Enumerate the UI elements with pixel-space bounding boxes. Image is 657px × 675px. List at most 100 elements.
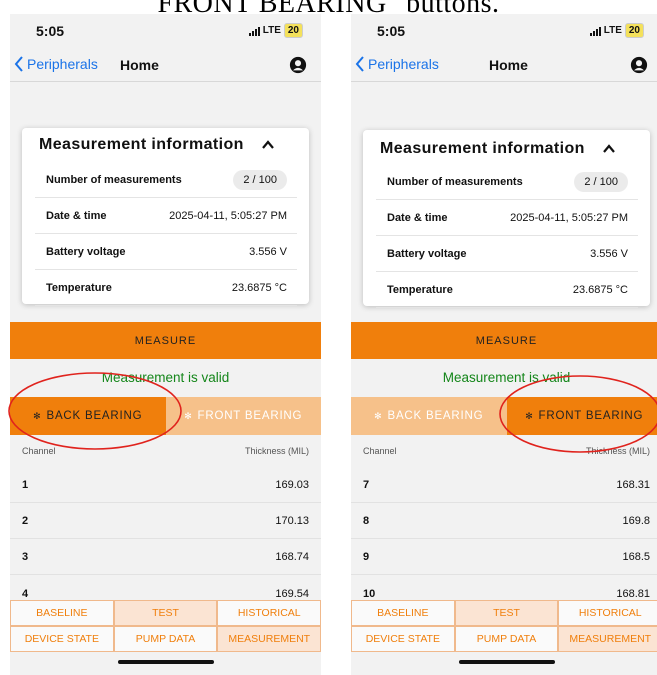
battery-icon: 20 xyxy=(283,23,303,38)
nav-device-state[interactable]: DEVICE STATE xyxy=(10,626,114,652)
thickness-cell: 168.81 xyxy=(616,588,650,600)
chevron-up-icon[interactable] xyxy=(602,142,616,156)
signal-icon xyxy=(248,26,260,36)
channel-cell: 9 xyxy=(363,551,370,563)
phone-screen-right: 5:05 LTE 20 Peripherals Home Measurement… xyxy=(351,14,657,675)
info-row-temperature: Temperature 23.6875 °C xyxy=(35,270,297,306)
info-value: 3.556 V xyxy=(249,245,287,258)
nav-bar: Peripherals Home xyxy=(10,48,321,82)
nav-baseline[interactable]: BASELINE xyxy=(10,600,114,626)
back-button[interactable]: Peripherals xyxy=(14,56,98,72)
card-title: Measurement information xyxy=(380,140,585,157)
back-label: Peripherals xyxy=(27,56,98,72)
status-indicators: LTE 20 xyxy=(589,23,644,38)
column-header-thickness: Thickness (MIL) xyxy=(585,446,650,456)
nav-measurement[interactable]: MEASUREMENT xyxy=(558,626,657,652)
validity-message: Measurement is valid xyxy=(101,370,230,385)
phone-screen-left: 5:05 LTE 20 Peripherals Home Measurement… xyxy=(10,14,321,675)
table-header: Channel Thickness (MIL) xyxy=(351,446,657,460)
tab-label: FRONT BEARING xyxy=(538,410,644,422)
home-indicator xyxy=(459,660,555,664)
table-row: 3 168.74 xyxy=(10,540,321,575)
card-header[interactable]: Measurement information xyxy=(380,140,636,162)
info-label: Battery voltage xyxy=(46,245,126,258)
info-label: Battery voltage xyxy=(387,247,467,260)
bluetooth-icon: ✻ xyxy=(33,410,42,421)
thickness-cell: 169.03 xyxy=(275,479,309,491)
chevron-left-icon xyxy=(355,56,364,72)
measurement-count-badge: 2 / 100 xyxy=(574,171,628,192)
info-row-count: Number of measurements 2 / 100 xyxy=(35,162,297,198)
nav-historical[interactable]: HISTORICAL xyxy=(217,600,321,626)
info-value: 23.6875 °C xyxy=(231,281,287,294)
info-label: Temperature xyxy=(46,281,112,294)
thickness-cell: 170.13 xyxy=(275,515,309,527)
thickness-cell: 168.5 xyxy=(622,551,650,563)
bottom-nav: BASELINE TEST HISTORICAL DEVICE STATE PU… xyxy=(10,600,321,652)
measure-button[interactable]: MEASURE xyxy=(10,322,321,359)
page-title: Home xyxy=(489,57,528,73)
battery-icon: 20 xyxy=(624,23,644,38)
table-row: 1 169.03 xyxy=(10,468,321,503)
info-row-battery: Battery voltage 3.556 V xyxy=(376,236,638,272)
info-label: Date & time xyxy=(46,209,107,222)
table-row: 4 169.54 xyxy=(10,576,321,600)
nav-measurement[interactable]: MEASUREMENT xyxy=(217,626,321,652)
tab-front-bearing[interactable]: ✻ FRONT BEARING xyxy=(506,397,657,435)
thickness-cell: 168.31 xyxy=(616,479,650,491)
column-header-channel: Channel xyxy=(363,446,397,456)
tab-back-bearing[interactable]: ✻ BACK BEARING xyxy=(10,397,166,435)
card-title: Measurement information xyxy=(39,136,244,153)
table-row: 10 168.81 xyxy=(351,576,657,600)
status-indicators: LTE 20 xyxy=(248,23,303,38)
nav-test[interactable]: TEST xyxy=(113,600,218,626)
bluetooth-icon: ✻ xyxy=(525,410,534,421)
table-header: Channel Thickness (MIL) xyxy=(10,446,321,460)
nav-bar: Peripherals Home xyxy=(351,48,657,82)
measurement-info-card: Measurement information Number of measur… xyxy=(363,130,650,308)
tab-label: FRONT BEARING xyxy=(197,410,303,422)
info-row-count: Number of measurements 2 / 100 xyxy=(376,164,638,200)
bluetooth-icon: ✻ xyxy=(374,410,383,421)
chevron-left-icon xyxy=(14,56,23,72)
info-row-battery: Battery voltage 3.556 V xyxy=(35,234,297,270)
network-label: LTE xyxy=(603,25,622,36)
thickness-cell: 169.54 xyxy=(275,588,309,600)
nav-baseline[interactable]: BASELINE xyxy=(351,600,455,626)
bottom-nav: BASELINE TEST HISTORICAL DEVICE STATE PU… xyxy=(351,600,657,652)
info-row-datetime: Date & time 2025-04-11, 5:05:27 PM xyxy=(376,200,638,236)
nav-pump-data[interactable]: PUMP DATA xyxy=(454,626,559,652)
info-row-temperature: Temperature 23.6875 °C xyxy=(376,272,638,308)
info-value: 2025-04-11, 5:05:27 PM xyxy=(169,209,287,222)
tab-back-bearing[interactable]: ✻ BACK BEARING xyxy=(351,397,507,435)
thickness-cell: 169.8 xyxy=(622,515,650,527)
nav-device-state[interactable]: DEVICE STATE xyxy=(351,626,455,652)
info-value: 23.6875 °C xyxy=(572,283,628,296)
page-title: Home xyxy=(120,57,159,73)
nav-historical[interactable]: HISTORICAL xyxy=(558,600,657,626)
channel-cell: 7 xyxy=(363,479,370,491)
user-account-icon[interactable] xyxy=(289,56,307,74)
info-row-datetime: Date & time 2025-04-11, 5:05:27 PM xyxy=(35,198,297,234)
status-bar: 5:05 LTE 20 xyxy=(351,14,657,48)
table-row: 2 170.13 xyxy=(10,504,321,539)
nav-pump-data[interactable]: PUMP DATA xyxy=(113,626,218,652)
home-indicator xyxy=(118,660,214,664)
back-button[interactable]: Peripherals xyxy=(355,56,439,72)
column-header-thickness: Thickness (MIL) xyxy=(244,446,309,456)
measure-button[interactable]: MEASURE xyxy=(351,322,657,359)
user-account-icon[interactable] xyxy=(630,56,648,74)
bearing-tabs: ✻ BACK BEARING ✻ FRONT BEARING xyxy=(351,397,657,435)
validity-message: Measurement is valid xyxy=(442,370,571,385)
chevron-up-icon[interactable] xyxy=(261,138,275,152)
bluetooth-icon: ✻ xyxy=(184,410,193,421)
nav-test[interactable]: TEST xyxy=(454,600,559,626)
table-row: 8 169.8 xyxy=(351,504,657,539)
tab-front-bearing[interactable]: ✻ FRONT BEARING xyxy=(165,397,321,435)
status-bar: 5:05 LTE 20 xyxy=(10,14,321,48)
info-label: Date & time xyxy=(387,211,448,224)
signal-icon xyxy=(589,26,601,36)
status-time: 5:05 xyxy=(36,23,65,39)
card-header[interactable]: Measurement information xyxy=(39,136,295,158)
info-label: Number of measurements xyxy=(387,175,523,188)
